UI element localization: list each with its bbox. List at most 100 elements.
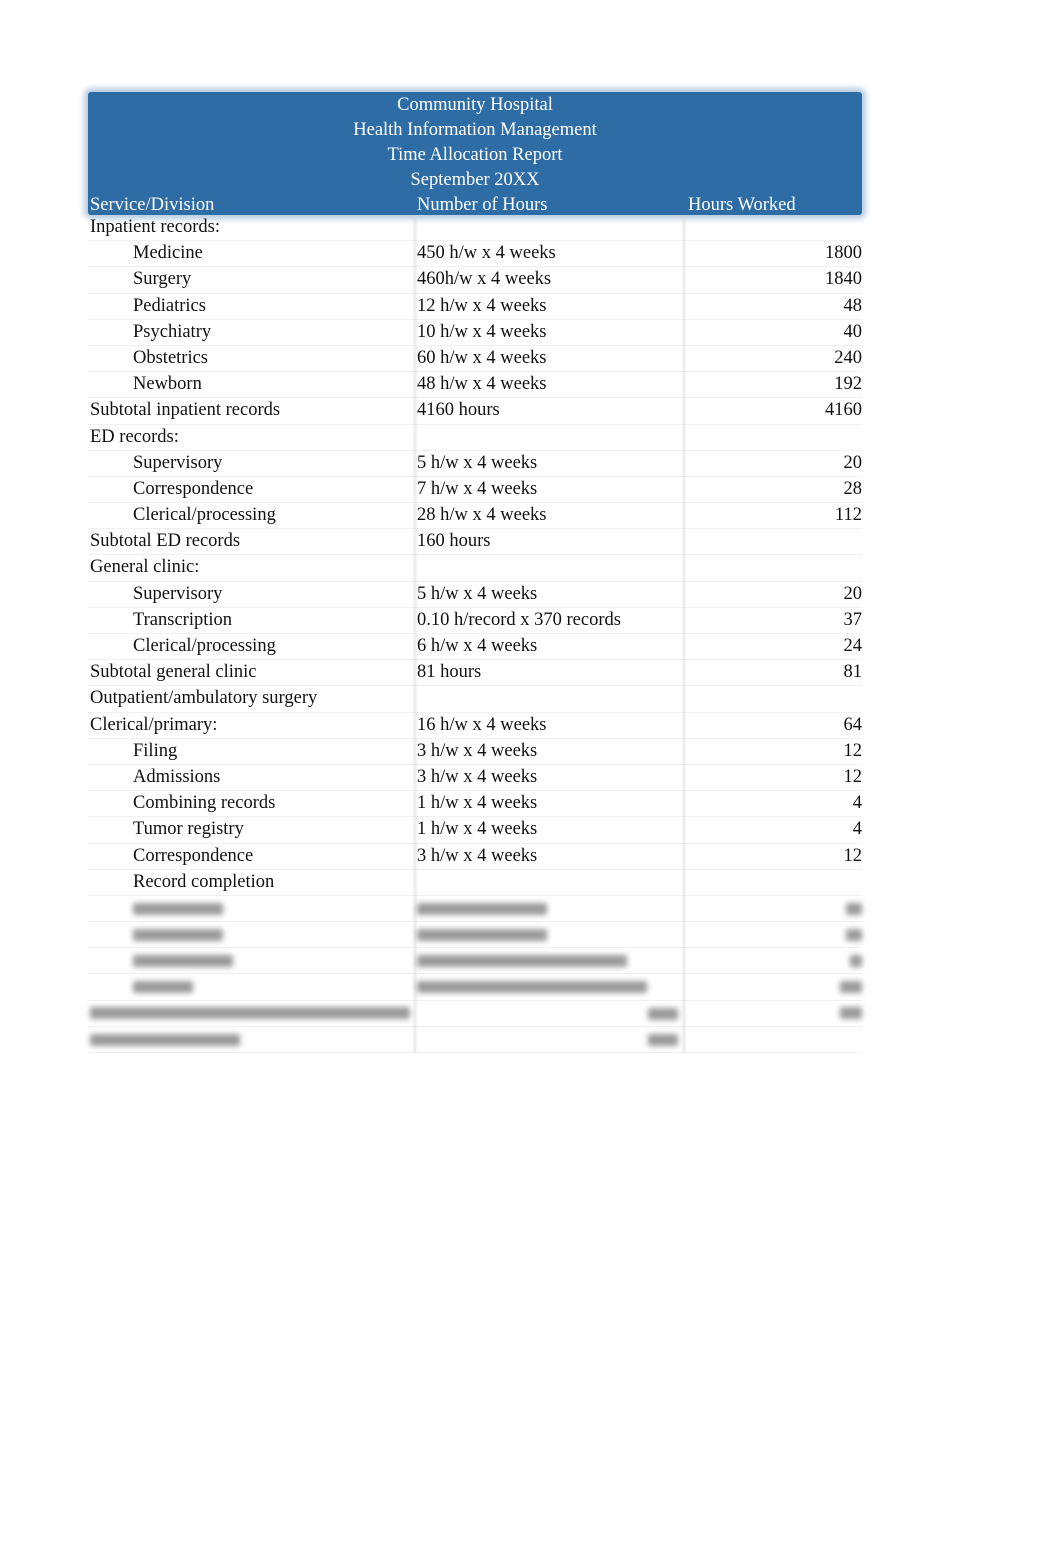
row-service-label: Subtotal ED records [90,531,241,552]
row-service-label: Filing [133,740,178,761]
redacted-text [840,1007,862,1020]
table-row: Supervisory 5 h/w x 4 weeks 20 [88,451,862,477]
table-row: Clerical/primary: 16 h/w x 4 weeks 64 [88,713,862,739]
redacted-text [648,1007,678,1020]
table-row: Combining records 1 h/w x 4 weeks 4 [88,791,862,818]
blurred-cell [840,974,862,999]
blurred-row [88,1001,862,1027]
row-service-label: Correspondence [133,845,254,866]
row-hours-worked: 4 [852,819,862,840]
row-number-of-hours: 4160 hours [417,400,500,421]
redacted-text [846,902,862,915]
blurred-row [88,1027,862,1053]
report-title: Time Allocation Report [387,145,563,165]
redacted-text [133,981,193,994]
blurred-cell [133,948,233,973]
table-row: Clerical/processing 28 h/w x 4 weeks 112 [88,503,862,530]
blurred-cell [417,896,547,921]
table-row: ED records: [88,425,862,451]
table-row: Newborn 48 h/w x 4 weeks 192 [88,372,862,399]
row-service-label: Transcription [133,609,233,630]
redacted-text [90,1033,240,1046]
row-hours-worked: 37 [843,609,863,630]
row-service-label: ED records: [90,426,179,447]
report-period: September 20XX [410,170,540,190]
row-service-label: Subtotal inpatient records [90,400,281,421]
blurred-cell [133,974,193,999]
table-row: Inpatient records: [88,215,862,242]
row-number-of-hours: 60 h/w x 4 weeks [417,347,547,368]
blurred-cell [850,948,862,973]
row-number-of-hours: 6 h/w x 4 weeks [417,636,538,656]
table-row: Subtotal inpatient records 4160 hours 4160 [88,398,862,425]
row-service-label: Psychiatry [133,321,212,342]
row-hours-worked: 20 [843,452,863,473]
redacted-text [133,955,233,967]
row-hours-worked: 192 [834,374,862,395]
row-hours-worked: 12 [843,845,863,866]
row-number-of-hours: 1 h/w x 4 weeks [417,819,538,840]
blurred-cell [90,1027,240,1052]
row-service-label: Tumor registry [133,819,244,840]
row-hours-worked: 20 [843,583,863,604]
table-row: Supervisory 5 h/w x 4 weeks 20 [88,582,862,608]
redacted-text [846,928,862,941]
table-row: Filing 3 h/w x 4 weeks 12 [88,739,862,765]
row-hours-worked: 4 [852,793,862,814]
redacted-text [417,955,627,967]
hospital-name: Community Hospital [397,95,553,115]
row-number-of-hours: 1 h/w x 4 weeks [417,793,538,814]
redacted-text [133,928,223,941]
row-service-label: Record completion [133,871,275,892]
blurred-row [88,922,862,949]
row-number-of-hours: 5 h/w x 4 weeks [417,452,538,473]
blurred-cell [840,1001,862,1026]
report-table: Inpatient records: Medicine 450 h/w x 4 we… [88,215,862,1053]
row-number-of-hours: 12 h/w x 4 weeks [417,295,547,316]
row-service-label: Obstetrics [133,347,209,368]
row-service-label: Combining records [133,793,276,814]
redacted-text [417,928,547,941]
redacted-text [133,902,223,915]
row-number-of-hours: 10 h/w x 4 weeks [417,321,547,342]
table-row: Correspondence 3 h/w x 4 weeks 12 [88,844,862,870]
row-hours-worked: 112 [834,505,862,526]
row-number-of-hours: 3 h/w x 4 weeks [417,740,538,761]
table-row: Clerical/processing 6 h/w x 4 weeks 24 [88,634,863,661]
row-hours-worked: 28 [843,478,863,499]
row-hours-worked: 48 [843,295,863,316]
row-number-of-hours: 5 h/w x 4 weeks [417,583,538,604]
row-service-label: Clerical/processing [133,505,276,526]
row-number-of-hours: 3 h/w x 4 weeks [417,766,538,787]
row-hours-worked: 1800 [825,243,862,264]
redacted-text [648,1033,678,1046]
redacted-text [417,981,647,994]
blurred-cell [90,1001,410,1026]
department-name: Health Information Management [353,120,597,140]
row-hours-worked: 64 [843,714,863,735]
row-hours-worked: 40 [843,321,863,342]
table-row: Psychiatry 10 h/w x 4 weeks 40 [88,320,862,346]
blurred-cell [417,922,547,947]
table-row: Transcription 0.10 h/record x 370 records… [88,608,862,634]
table-row: Subtotal ED records 160 hours [88,529,862,556]
row-hours-worked: 24 [843,636,863,656]
row-service-label: Clerical/primary: [90,714,218,735]
blurred-row [88,948,862,975]
row-service-label: Medicine [133,243,203,264]
row-hours-worked: 240 [834,347,862,368]
row-number-of-hours: 16 h/w x 4 weeks [417,714,547,735]
blurred-row [88,974,862,1001]
table-row: Admissions 3 h/w x 4 weeks 12 [88,765,862,792]
row-service-label: Clerical/processing [133,636,276,656]
row-number-of-hours: 0.10 h/record x 370 records [417,609,621,630]
row-number-of-hours: 28 h/w x 4 weeks [417,505,547,526]
row-number-of-hours: 160 hours [417,531,491,552]
blurred-cell [133,922,223,947]
row-hours-worked: 81 [843,662,863,683]
table-row: Medicine 450 h/w x 4 weeks 1800 [88,241,862,268]
row-service-label: Supervisory [133,583,223,604]
table-row: Surgery 460h/w x 4 weeks 1840 [88,267,862,294]
report-header: Community Hospital Health Information Ma… [88,92,862,215]
row-number-of-hours: 3 h/w x 4 weeks [417,845,538,866]
